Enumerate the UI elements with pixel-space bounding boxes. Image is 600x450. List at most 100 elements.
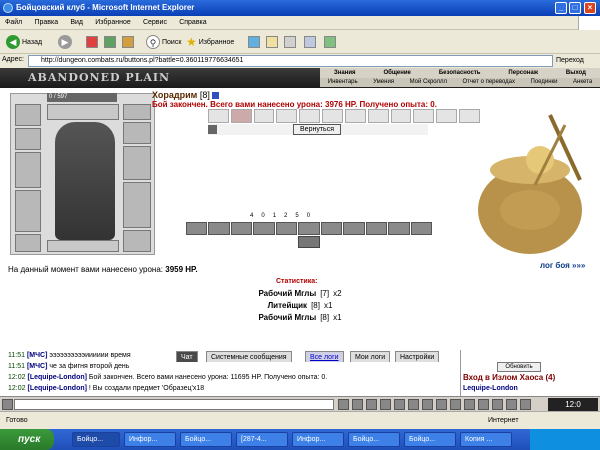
- info-icon[interactable]: [212, 92, 220, 100]
- maximize-button[interactable]: □: [569, 2, 581, 14]
- go-button[interactable]: Переход: [556, 55, 584, 67]
- tab-system[interactable]: Системные сообщения: [206, 351, 292, 362]
- action-slot[interactable]: [343, 222, 365, 235]
- slot-runes[interactable]: [47, 104, 119, 120]
- stop-button[interactable]: [86, 33, 100, 51]
- slot-boots[interactable]: [123, 230, 151, 252]
- dice-icon[interactable]: [506, 399, 517, 410]
- slot-belt[interactable]: [15, 234, 41, 252]
- settings-icon[interactable]: [520, 399, 531, 410]
- chat-input[interactable]: [14, 399, 334, 410]
- tab-my-logs[interactable]: Мои логи: [350, 351, 391, 362]
- search-button[interactable]: ⚲ Поиск: [146, 33, 181, 51]
- mail-button[interactable]: [266, 33, 280, 51]
- battle-log-link[interactable]: лог боя »»»: [540, 261, 585, 270]
- translit-icon[interactable]: [366, 399, 377, 410]
- character-name[interactable]: Хорадрим [8]: [152, 90, 220, 100]
- log-icon[interactable]: [436, 399, 447, 410]
- nav-communication[interactable]: Общение: [383, 68, 410, 78]
- action-slot[interactable]: [208, 222, 230, 235]
- browser-toolbar: ◀ Назад ▶ ⚲ Поиск ★ Избранное: [0, 30, 600, 54]
- close-button[interactable]: ×: [584, 2, 596, 14]
- action-slot[interactable]: [388, 222, 410, 235]
- action-slot-extra[interactable]: [298, 236, 320, 248]
- taskbar-item[interactable]: [287-4...: [236, 432, 288, 447]
- slot-offhand[interactable]: [123, 146, 151, 180]
- slot-armor[interactable]: [15, 190, 41, 232]
- media-button[interactable]: [248, 33, 262, 51]
- clear-icon[interactable]: [380, 399, 391, 410]
- send-icon[interactable]: [338, 399, 349, 410]
- address-input[interactable]: http://dungeon.combats.ru/buttons.pl?bat…: [28, 55, 553, 67]
- taskbar-item[interactable]: Инфор...: [292, 432, 344, 447]
- slot-gloves[interactable]: [123, 122, 151, 144]
- back-button[interactable]: ◀ Назад: [6, 33, 42, 51]
- menu-tools[interactable]: Сервис: [138, 16, 172, 30]
- stat-row: Рабочий Мглы [8] x1: [258, 313, 342, 322]
- forward-button[interactable]: ▶: [58, 33, 74, 51]
- taskbar-item[interactable]: Бойцо...: [72, 432, 120, 447]
- action-slot[interactable]: [298, 222, 320, 235]
- menu-file[interactable]: Файл: [0, 16, 27, 30]
- action-slot[interactable]: [230, 222, 253, 235]
- online-user[interactable]: Lequipe-London: [463, 385, 518, 392]
- taskbar-item[interactable]: Бойцо...: [180, 432, 232, 447]
- menu-view[interactable]: Вид: [65, 16, 88, 30]
- favorites-button[interactable]: ★ Избранное: [186, 33, 234, 51]
- refresh-button[interactable]: Обновить: [497, 362, 541, 372]
- nav-security[interactable]: Безопасность: [439, 68, 481, 78]
- chat-menu-icon[interactable]: [2, 399, 13, 410]
- slot-earring[interactable]: [15, 104, 41, 126]
- slot-weapon[interactable]: [15, 152, 41, 188]
- action-slot[interactable]: [365, 222, 388, 235]
- nav-transfer-report[interactable]: Отчет о переводах: [463, 78, 516, 87]
- tab-chat[interactable]: Чат: [176, 351, 198, 362]
- action-slot[interactable]: [275, 222, 298, 235]
- refresh-button[interactable]: [104, 33, 118, 51]
- minimize-button[interactable]: _: [555, 2, 567, 14]
- home-button[interactable]: [122, 33, 136, 51]
- private-icon[interactable]: [422, 399, 433, 410]
- nav-profile[interactable]: Анкета: [573, 78, 592, 87]
- action-slot[interactable]: [320, 222, 343, 235]
- slot-rings[interactable]: [47, 240, 119, 252]
- action-slot[interactable]: [253, 222, 275, 235]
- status-left: Готово: [6, 417, 28, 424]
- action-slot[interactable]: [410, 222, 432, 235]
- slot-legs[interactable]: [123, 182, 151, 228]
- tab-all-logs[interactable]: Все логи: [305, 351, 344, 362]
- close-small-icon[interactable]: [208, 125, 217, 134]
- action-slot[interactable]: [186, 222, 208, 235]
- edit-button[interactable]: [304, 33, 318, 51]
- menu-help[interactable]: Справка: [174, 16, 211, 30]
- menu-edit[interactable]: Правка: [29, 16, 63, 30]
- nav-knowledge[interactable]: Знания: [334, 68, 356, 78]
- bag-icon[interactable]: [464, 399, 475, 410]
- smile-icon[interactable]: [352, 399, 363, 410]
- nav-exit[interactable]: Выход: [566, 68, 586, 78]
- tab-settings[interactable]: Настройки: [395, 351, 440, 362]
- chaos-entry-link[interactable]: Вход в Излом Хаоса (4): [463, 373, 555, 382]
- print-button[interactable]: [284, 33, 298, 51]
- back-to-game-button[interactable]: Вернуться: [293, 124, 341, 135]
- nav-scroll[interactable]: Мой Скроллл: [410, 78, 447, 87]
- slot-glasses[interactable]: [123, 104, 151, 120]
- sound-icon[interactable]: [408, 399, 419, 410]
- nav-character[interactable]: Персонаж: [508, 68, 538, 78]
- sword-icon[interactable]: [492, 399, 503, 410]
- nav-skills[interactable]: Умения: [373, 78, 394, 87]
- messenger-button[interactable]: [324, 33, 338, 51]
- filter-icon[interactable]: [394, 399, 405, 410]
- ie-icon: [3, 3, 13, 13]
- taskbar-item[interactable]: Копия ...: [460, 432, 512, 447]
- slot-amulet[interactable]: [15, 128, 41, 150]
- pray-icon[interactable]: [478, 399, 489, 410]
- taskbar-item[interactable]: Инфор...: [124, 432, 176, 447]
- menu-favorites[interactable]: Избранное: [90, 16, 135, 30]
- nav-inventory[interactable]: Инвентарь: [328, 78, 358, 87]
- start-button[interactable]: пуск: [0, 429, 54, 450]
- nav-battles[interactable]: Поединки: [531, 78, 558, 87]
- taskbar-item[interactable]: Бойцо...: [348, 432, 400, 447]
- map-icon[interactable]: [450, 399, 461, 410]
- taskbar-item[interactable]: Бойцо...: [404, 432, 456, 447]
